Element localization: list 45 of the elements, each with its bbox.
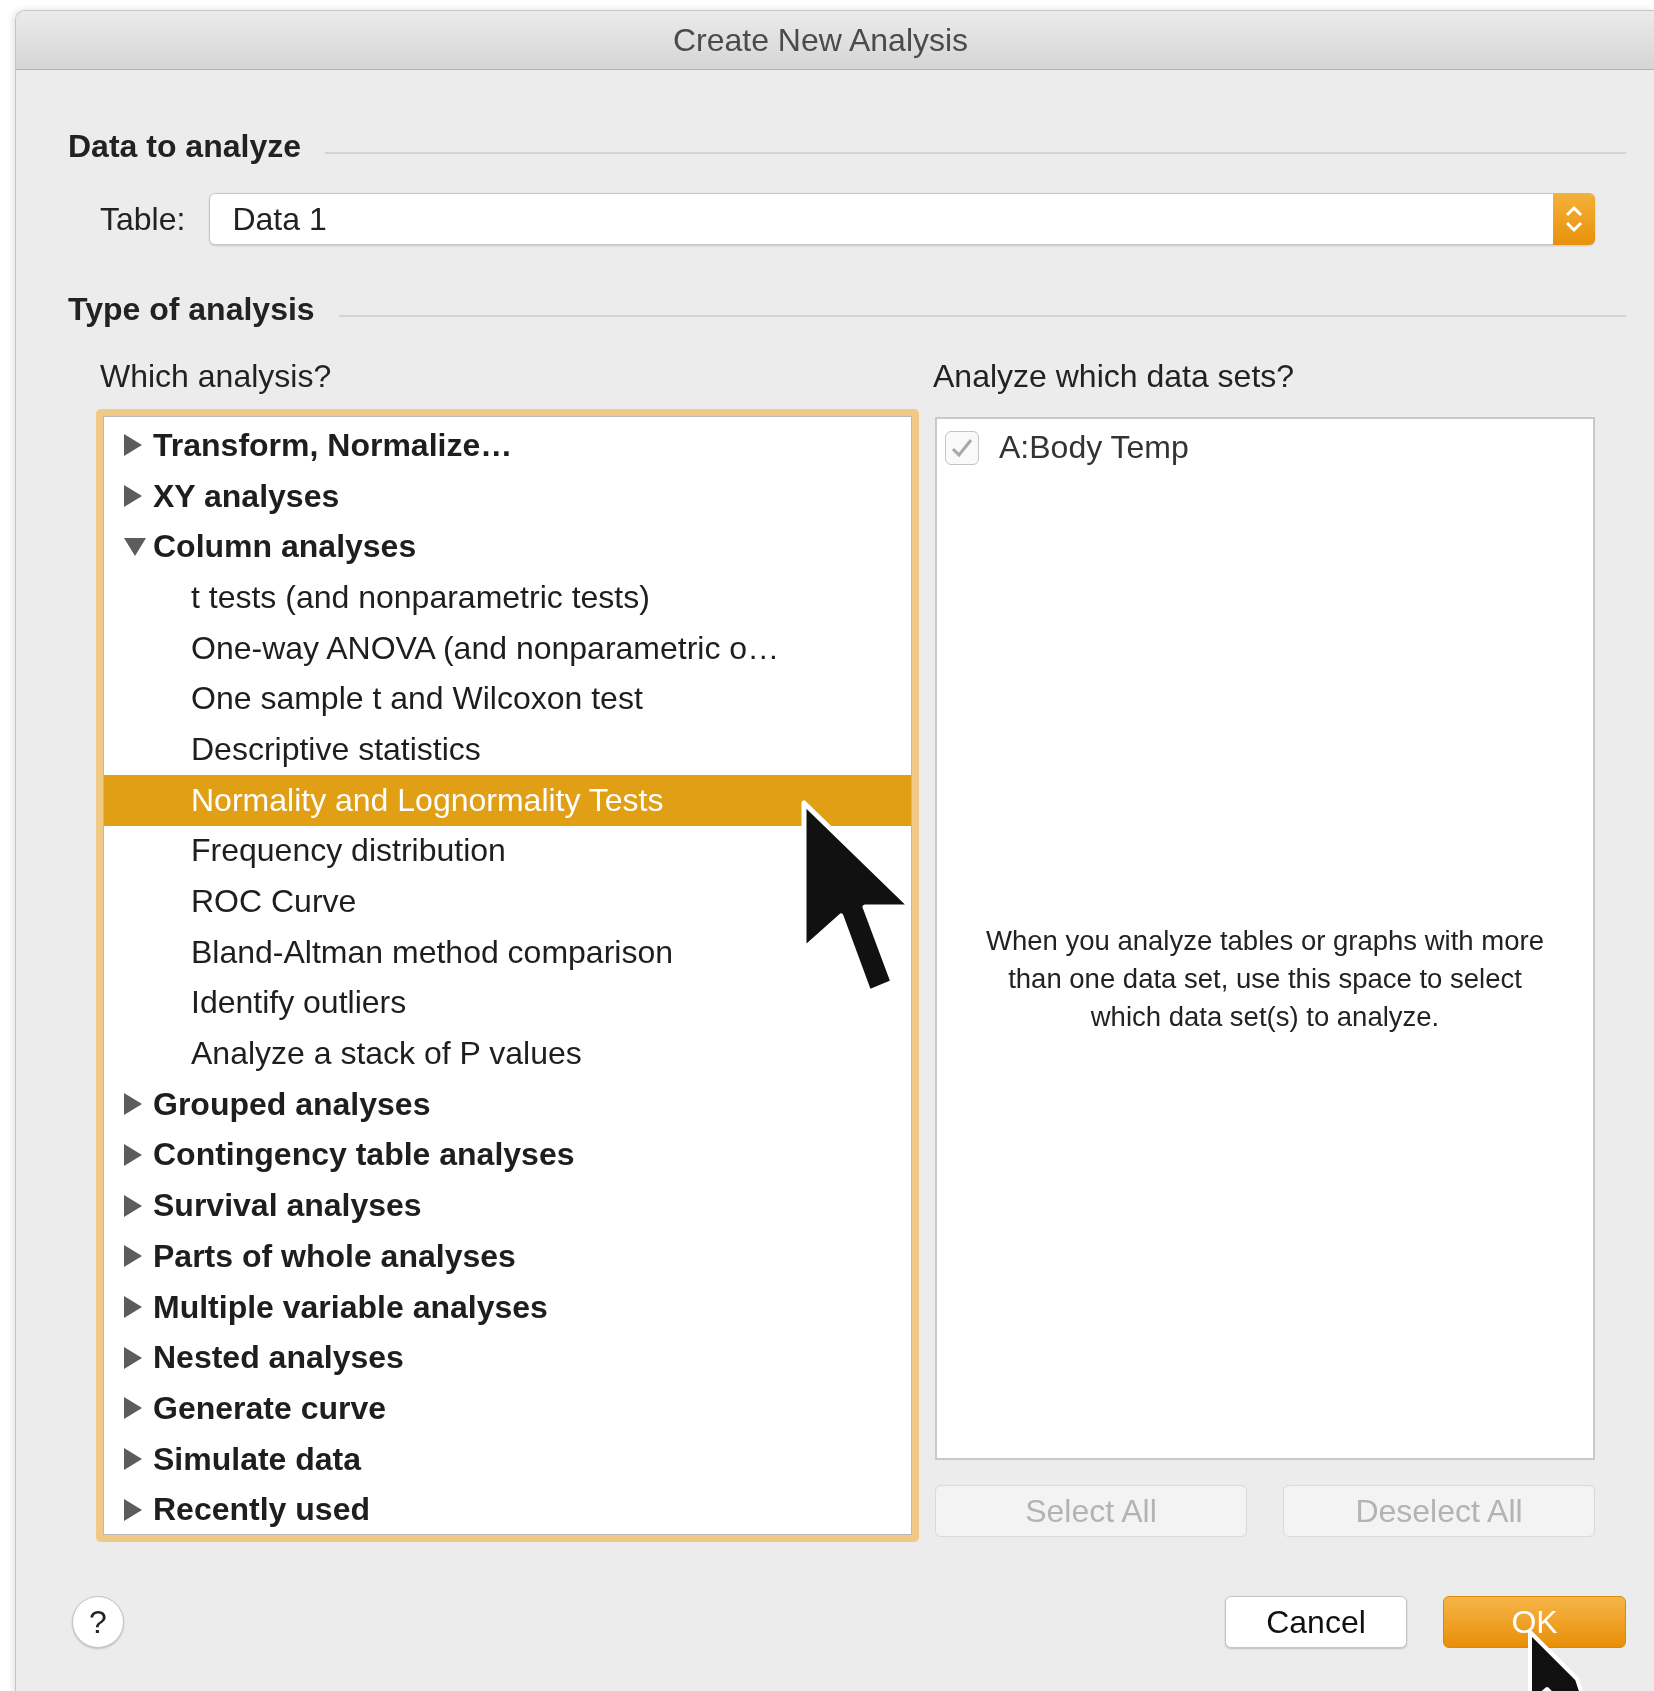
window-title: Create New Analysis (672, 21, 969, 59)
analysis-category[interactable]: Survival analyses (104, 1180, 911, 1231)
analysis-category[interactable]: XY analyses (104, 470, 911, 522)
table-select[interactable]: Data 1 (209, 193, 1595, 245)
collapsed-triangle-icon[interactable] (124, 1143, 142, 1166)
analysis-item[interactable]: Descriptive statistics (104, 724, 911, 775)
analysis-item[interactable]: Analyze a stack of P values (104, 1028, 911, 1079)
analysis-category[interactable]: Contingency table analyses (104, 1129, 911, 1181)
analysis-item[interactable]: ROC Curve (104, 876, 911, 927)
data-set-label: A:Body Temp (999, 429, 1189, 466)
collapsed-triangle-icon[interactable] (124, 1245, 142, 1268)
collapsed-triangle-icon[interactable] (124, 1448, 142, 1471)
analysis-category[interactable]: Column analyses (104, 521, 911, 573)
analysis-item[interactable]: One sample t and Wilcoxon test (104, 673, 911, 725)
collapsed-triangle-icon[interactable] (124, 1346, 142, 1369)
analysis-item[interactable]: Bland-Altman method comparison (104, 926, 911, 978)
analysis-item[interactable]: One-way ANOVA (and nonparametric o… (104, 622, 911, 674)
collapsed-triangle-icon[interactable] (124, 1397, 142, 1420)
cancel-button[interactable]: Cancel (1225, 1596, 1407, 1648)
collapsed-triangle-icon[interactable] (124, 1498, 142, 1521)
analysis-category[interactable]: Grouped analyses (104, 1078, 911, 1130)
help-button[interactable]: ? (72, 1596, 124, 1648)
stepper-icon (1553, 193, 1595, 245)
collapsed-triangle-icon[interactable] (124, 1194, 142, 1217)
analysis-category[interactable]: Recently used (104, 1484, 911, 1534)
analysis-category[interactable]: Generate curve (104, 1383, 911, 1434)
analysis-item[interactable]: t tests (and nonparametric tests) (104, 572, 911, 623)
analysis-category[interactable]: Transform, Normalize… (104, 420, 911, 471)
collapsed-triangle-icon[interactable] (124, 1296, 142, 1319)
section-heading: Data to analyze (68, 128, 301, 165)
collapsed-triangle-icon[interactable] (124, 485, 142, 508)
expanded-triangle-icon[interactable] (124, 537, 146, 556)
collapsed-triangle-icon[interactable] (124, 1093, 142, 1116)
hint-text: When you analyze tables or graphs with more than one data set, use this space to select which data set(s) to analyze. (985, 924, 1545, 1034)
analysis-item[interactable]: Frequency distribution (104, 825, 911, 877)
collapsed-triangle-icon[interactable] (124, 434, 142, 457)
data-sets-label: Analyze which data sets? (933, 358, 1295, 395)
analysis-category[interactable]: Nested analyses (104, 1332, 911, 1384)
analysis-category[interactable]: Multiple variable analyses (104, 1281, 911, 1333)
analysis-item[interactable]: Identify outliers (104, 977, 911, 1029)
analysis-category[interactable]: Simulate data (104, 1433, 911, 1485)
analysis-category[interactable]: Parts of whole analyses (104, 1231, 911, 1282)
table-label: Table: (100, 200, 186, 238)
section-heading: Type of analysis (68, 291, 315, 328)
which-analysis-label: Which analysis? (100, 358, 333, 395)
